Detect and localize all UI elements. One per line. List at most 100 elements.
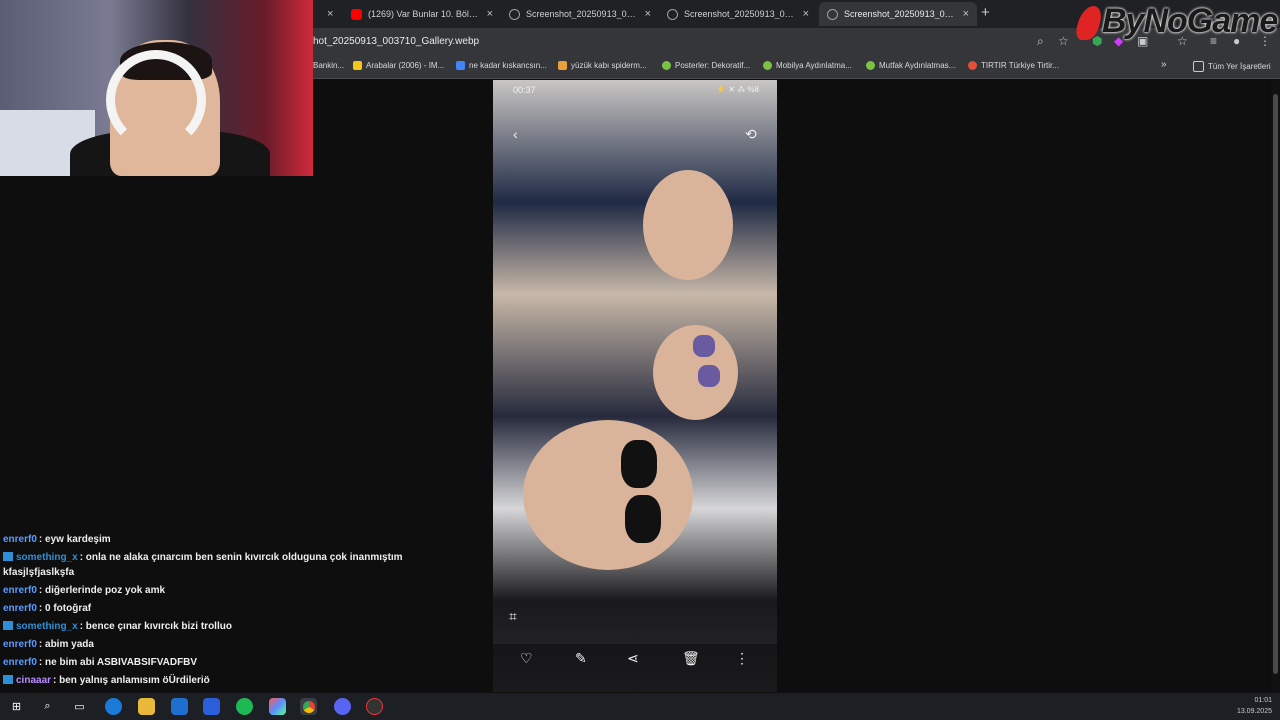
delete-trash-icon[interactable]: 🗑 [682, 650, 700, 667]
globe-icon [827, 8, 838, 20]
chat-badge-icon [3, 621, 13, 630]
chat-message: something_x: onla ne alaka çınarcım ben … [3, 550, 423, 580]
chat-text: : diğerlerinde poz yok amk [38, 585, 166, 596]
favorite-heart-icon[interactable]: ♡ [520, 650, 533, 667]
more-options-icon[interactable]: ⋮ [735, 650, 749, 667]
clock-date: 13.09.2025 [1236, 708, 1272, 715]
chrome-icon[interactable] [300, 698, 317, 715]
tab-youtube[interactable]: (1269) Var Bunlar 10. Bölüm - Y × [343, 2, 501, 26]
tab-close-icon[interactable]: × [963, 8, 969, 20]
chat-username[interactable]: enrerf0 [3, 639, 37, 650]
new-tab-button[interactable]: + [981, 4, 990, 21]
chat-username[interactable]: enrerf0 [3, 534, 37, 545]
store-icon[interactable] [203, 698, 220, 715]
bookmark-item[interactable]: Arabalar (2006) - IM... [353, 61, 444, 70]
bynogame-logo: ByNoGame [1073, 2, 1278, 41]
chat-text: : bence çınar kıvırcık bizi trolluo [79, 621, 232, 632]
chat-message: enrerf0: diğerlerinde poz yok amk [3, 583, 423, 598]
obs-icon[interactable] [366, 698, 383, 715]
chat-message: cinaaar: ben yalnış anlamısım öÜrdileriö [3, 673, 423, 688]
store-icon [866, 61, 875, 70]
chat-message: enrerf0: eyw kardeşim [3, 532, 423, 547]
chat-text: : ne bim abi ASBIVABSIFVADFBV [38, 657, 198, 668]
bookmark-star-icon[interactable]: ☆ [1058, 34, 1069, 48]
gallery-photo: 00:37 ⚡ ✕ ⁂ %8 ‹ ⟲ ⌗ ♡ ✎ ⋖ 🗑 ⋮ [493, 80, 777, 692]
tab-close-icon[interactable]: × [645, 8, 651, 20]
photo-sunglasses [621, 440, 657, 488]
chat-username[interactable]: enrerf0 [3, 603, 37, 614]
store-icon [662, 61, 671, 70]
bookmark-label: yüzük kabı spiderm... [571, 61, 647, 70]
chat-badge-icon [3, 552, 13, 561]
file-explorer-icon[interactable] [138, 698, 155, 715]
bookmark-label: ne kadar kıskancsın... [469, 61, 547, 70]
tab-title: Screenshot_20250913_003922_ [684, 9, 797, 19]
page-scrollbar[interactable] [1271, 80, 1280, 693]
shop-icon [558, 61, 567, 70]
tirtir-icon [968, 61, 977, 70]
windows-taskbar: ⊞ ⌕ ▭ 01:01 13.09.2025 [0, 693, 1280, 720]
chat-username[interactable]: cinaaar [16, 675, 51, 686]
chat-username[interactable]: something_x [16, 552, 78, 563]
imdb-icon [353, 61, 362, 70]
stream-chat: enrerf0: eyw kardeşim something_x: onla n… [3, 532, 423, 691]
scrollbar-thumb[interactable] [1273, 94, 1278, 674]
edit-pencil-icon[interactable]: ✎ [575, 650, 587, 667]
zoom-icon[interactable]: ⌕ [1037, 34, 1044, 49]
bookmark-item[interactable]: Posterler: Dekoratif... [662, 61, 750, 70]
bookmark-item[interactable]: TIRTIR Türkiye Tirtir... [968, 61, 1059, 70]
globe-icon [509, 8, 520, 20]
back-icon[interactable]: ‹ [513, 126, 518, 142]
bookmarks-bar: Bankin... Arabalar (2006) - IM... ne kad… [313, 56, 1280, 79]
spotify-icon[interactable] [236, 698, 253, 715]
windows-start-icon[interactable]: ⊞ [8, 698, 25, 715]
edge-icon[interactable] [105, 698, 122, 715]
system-clock[interactable]: 01:01 13.09.2025 [1237, 695, 1272, 717]
chat-username[interactable]: enrerf0 [3, 585, 37, 596]
url-text[interactable]: hot_20250913_003710_Gallery.webp [313, 36, 479, 47]
chat-username[interactable]: enrerf0 [3, 657, 37, 668]
task-view-icon[interactable]: ▭ [71, 698, 88, 715]
bookmarks-overflow-button[interactable]: » [1161, 59, 1167, 70]
search-icon[interactable]: ⌕ [39, 698, 56, 715]
logo-mark-icon [1073, 6, 1105, 41]
chat-badge-icon [3, 675, 13, 684]
bookmark-label: Posterler: Dekoratif... [675, 61, 751, 70]
chat-message: enrerf0: ne bim abi ASBIVABSIFVADFBV [3, 655, 423, 670]
youtube-icon [351, 8, 362, 20]
tab-screenshot-1[interactable]: Screenshot_20250913_003510_ × [501, 2, 659, 26]
chrome-logo-icon [302, 700, 315, 713]
tab-close-icon[interactable]: × [803, 8, 809, 20]
photo-status-icons: ⚡ ✕ ⁂ %8 [716, 85, 759, 94]
chat-username[interactable]: something_x [16, 621, 78, 632]
scan-icon[interactable]: ⌗ [509, 608, 517, 625]
outlook-icon[interactable] [171, 698, 188, 715]
bookmark-item[interactable]: Bankin... [313, 61, 344, 70]
store-icon [763, 61, 772, 70]
bookmark-label: Bankin... [313, 61, 345, 70]
chat-message: enrerf0: abim yada [3, 637, 423, 652]
headphones-icon [106, 50, 206, 150]
tab-title: Screenshot_20250913_003510_ [526, 9, 639, 19]
tab-screenshot-2[interactable]: Screenshot_20250913_003922_ × [659, 2, 817, 26]
bookmark-item[interactable]: ne kadar kıskancsın... [456, 61, 547, 70]
bookmark-item[interactable]: Mutfak Aydınlatmas... [866, 61, 955, 70]
discord-icon[interactable] [334, 698, 351, 715]
tab-close-icon[interactable]: × [327, 8, 333, 20]
google-icon [456, 61, 465, 70]
tab-screenshot-active[interactable]: Screenshot_20250913_003710_ × [819, 2, 977, 26]
share-icon[interactable]: ⋖ [627, 650, 639, 667]
bookmark-label: Mutfak Aydınlatmas... [879, 61, 956, 70]
bookmark-item[interactable]: yüzük kabı spiderm... [558, 61, 647, 70]
tab-title: Screenshot_20250913_003710_ [844, 9, 957, 19]
webcam-feed [0, 0, 313, 176]
bookmark-item[interactable]: Mobilya Aydınlatma... [763, 61, 852, 70]
game-pass-icon[interactable] [269, 698, 286, 715]
tab-close-icon[interactable]: × [487, 8, 493, 20]
photo-person-3 [523, 420, 693, 570]
all-bookmarks-button[interactable]: Tüm Yer İşaretleri [1193, 61, 1271, 72]
tab-partial[interactable]: × [313, 2, 343, 26]
rotate-icon[interactable]: ⟲ [745, 126, 757, 143]
globe-icon [667, 8, 678, 20]
chat-text: : ben yalnış anlamısım öÜrdileriö [53, 675, 210, 686]
